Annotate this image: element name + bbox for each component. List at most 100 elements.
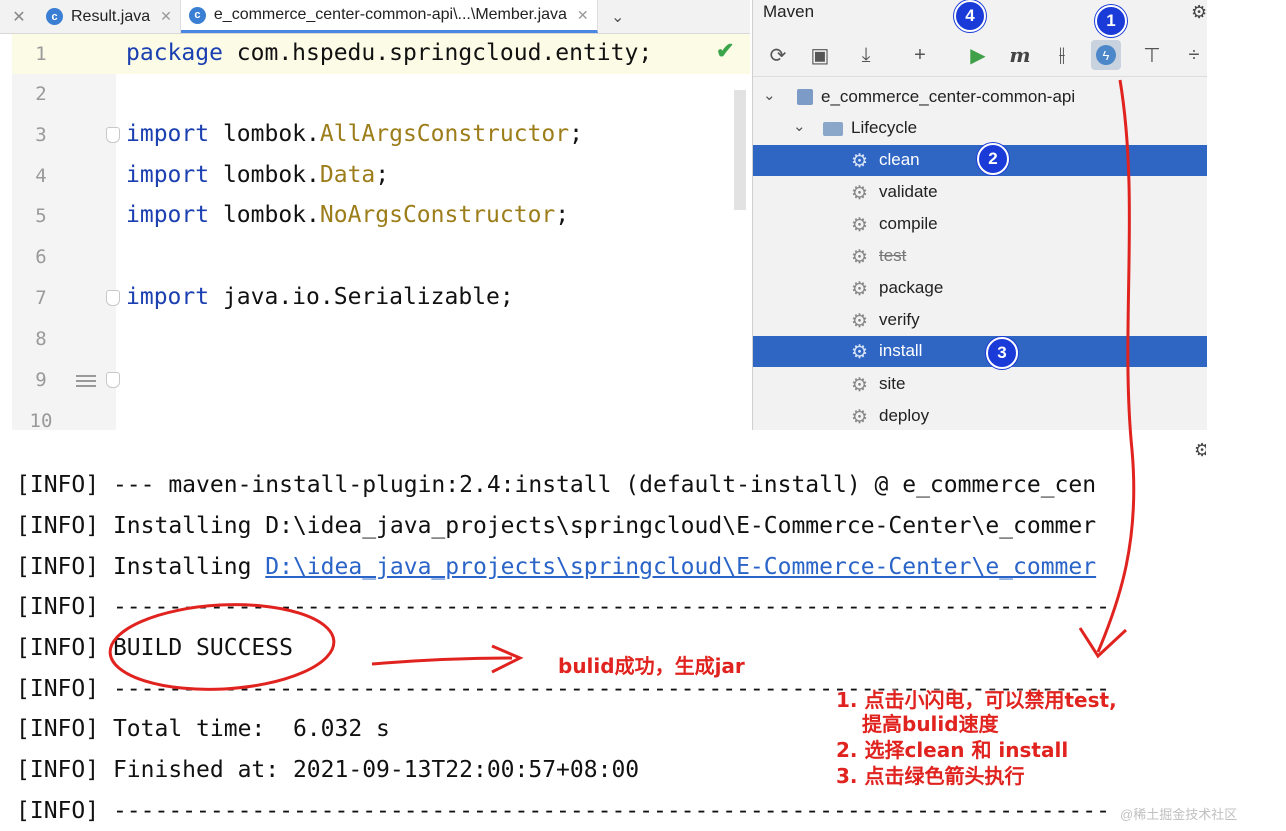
collapse-all-icon[interactable]: ÷: [1179, 40, 1209, 70]
editor-tab-bar: ✕ c Result.java ✕ c e_commerce_center-co…: [0, 0, 750, 34]
line-number: 8: [35, 328, 47, 350]
lifecycle-label: Lifecycle: [851, 118, 918, 137]
code-line: 10: [12, 401, 750, 430]
console-line: [INFO] BUILD SUCCESS: [16, 635, 293, 661]
goal-install[interactable]: ⚙ install: [753, 336, 1207, 367]
gear-icon: ⚙: [851, 279, 869, 300]
skip-tests-icon[interactable]: ϟ: [1091, 40, 1121, 70]
goal-label: package: [879, 278, 944, 297]
goal-label: validate: [879, 182, 938, 201]
goal-label: compile: [879, 214, 938, 233]
watermark: @稀土掘金技术社区: [1120, 807, 1238, 822]
goal-label: verify: [879, 310, 920, 329]
project-label: e_commerce_center-common-api: [821, 87, 1076, 106]
fold-icon[interactable]: [106, 127, 120, 143]
line-number: 1: [35, 43, 47, 65]
step-badge-1: 1: [1095, 5, 1127, 37]
goal-label: deploy: [879, 406, 930, 425]
code-line: 7 import java.io.Serializable;: [12, 278, 750, 318]
add-icon[interactable]: +: [905, 40, 935, 70]
reload-icon[interactable]: ⟳: [763, 40, 793, 70]
chevron-down-icon[interactable]: ⌄: [763, 86, 776, 104]
chevron-down-icon[interactable]: ⌄: [793, 117, 806, 135]
console-line: [INFO] --- maven-install-plugin:2.4:inst…: [16, 472, 1097, 498]
margin-area: [1206, 430, 1286, 831]
gear-icon[interactable]: ⚙: [1191, 2, 1207, 23]
step-badge-3: 3: [986, 337, 1018, 369]
fold-icon[interactable]: [106, 290, 120, 306]
gear-icon: ⚙: [851, 375, 869, 396]
code-line: 3 import lombok.AllArgsConstructor;: [12, 115, 750, 155]
goal-verify[interactable]: ⚙ verify: [753, 305, 1207, 336]
code-line: 4 import lombok.Data;: [12, 156, 750, 196]
goal-label: clean: [879, 150, 920, 169]
gear-icon: ⚙: [851, 215, 869, 236]
tab-label: e_commerce_center-common-api\...\Member.…: [213, 6, 567, 23]
step-badge-4: 4: [954, 0, 986, 32]
console-line: [INFO] Total time: 6.032 s: [16, 716, 390, 742]
show-dependencies-icon[interactable]: ⊤: [1137, 40, 1167, 70]
line-number: 4: [35, 165, 47, 187]
code-line: 9: [12, 360, 750, 400]
code-text: import lombok.NoArgsConstructor;: [126, 202, 570, 228]
folder-icon: [823, 122, 843, 136]
goal-compile[interactable]: ⚙ compile: [753, 209, 1207, 240]
close-icon[interactable]: ✕: [160, 8, 172, 25]
console-line: [INFO] ---------------------------------…: [16, 798, 1110, 824]
console-line: [INFO] ---------------------------------…: [16, 594, 1110, 620]
toggle-offline-icon[interactable]: ⫲: [1047, 40, 1077, 70]
download-icon[interactable]: ⤓: [851, 40, 881, 70]
goal-label: site: [879, 374, 906, 393]
code-text: import java.io.Serializable;: [126, 284, 514, 310]
maven-tool-window: Maven ⚙ ⟳ ▣ ⤓ + ▶ m ⫲ ϟ ⊤ ÷ ⌄ e_commerce…: [752, 0, 1207, 430]
code-line: 2: [12, 74, 750, 114]
java-class-icon: c: [46, 8, 63, 25]
gear-icon: ⚙: [851, 407, 869, 428]
line-number: 7: [35, 287, 47, 309]
tab-result-java[interactable]: c Result.java ✕: [38, 0, 181, 33]
code-editor[interactable]: 1 package com.hspedu.springcloud.entity;…: [12, 34, 750, 430]
step-note-3: 3. 点击绿色箭头执行: [836, 764, 1025, 788]
line-number: 6: [35, 246, 47, 268]
gear-icon: ⚙: [851, 151, 869, 172]
check-icon: ✔: [716, 38, 735, 63]
line-number: 3: [35, 124, 47, 146]
close-icon[interactable]: ✕: [577, 7, 589, 24]
close-icon[interactable]: ✕: [0, 0, 38, 33]
code-line: 6: [12, 237, 750, 277]
goal-package[interactable]: ⚙ package: [753, 273, 1207, 304]
maven-project-node[interactable]: ⌄ e_commerce_center-common-api: [753, 82, 1207, 113]
goal-site[interactable]: ⚙ site: [753, 369, 1207, 400]
goal-validate[interactable]: ⚙ validate: [753, 177, 1207, 208]
goal-deploy[interactable]: ⚙ deploy: [753, 401, 1207, 432]
goal-test[interactable]: ⚙ test: [753, 241, 1207, 272]
build-note: bulid成功，生成jar: [558, 654, 745, 678]
gear-icon: ⚙: [851, 311, 869, 332]
fold-icon[interactable]: [106, 372, 120, 388]
gear-icon: ⚙: [851, 183, 869, 204]
step-note-2: 2. 选择clean 和 install: [836, 738, 1069, 762]
code-line: 8: [12, 319, 750, 359]
gear-icon: ⚙: [851, 247, 869, 268]
goal-label: install: [879, 341, 923, 360]
file-path-link[interactable]: D:\idea_java_projects\springcloud\E-Comm…: [265, 554, 1096, 580]
java-class-icon: c: [188, 6, 206, 24]
code-line: 1 package com.hspedu.springcloud.entity;…: [12, 34, 750, 74]
tab-member-java[interactable]: c e_commerce_center-common-api\...\Membe…: [180, 0, 598, 33]
code-text: package com.hspedu.springcloud.entity;: [126, 40, 653, 66]
run-icon[interactable]: ▶: [963, 40, 993, 70]
lifecycle-node[interactable]: ⌄ Lifecycle: [753, 113, 1207, 144]
execute-goal-icon[interactable]: m: [1005, 40, 1035, 70]
maven-title: Maven: [763, 2, 815, 21]
console-line: [INFO] Installing D:\idea_java_projects\…: [16, 554, 1097, 580]
line-number: 10: [29, 410, 53, 430]
implementation-icon[interactable]: [76, 372, 96, 388]
maven-toolbar: ⟳ ▣ ⤓ + ▶ m ⫲ ϟ ⊤ ÷: [753, 36, 1207, 77]
generate-sources-icon[interactable]: ▣: [805, 40, 835, 70]
chevron-down-icon[interactable]: ⌄: [598, 0, 638, 33]
step-note-1b: 提高bulid速度: [862, 712, 999, 736]
code-text: import lombok.Data;: [126, 162, 390, 188]
line-number: 2: [35, 83, 47, 105]
console-line: [INFO] Installing D:\idea_java_projects\…: [16, 513, 1097, 539]
console-line: [INFO] Finished at: 2021-09-13T22:00:57+…: [16, 757, 640, 783]
